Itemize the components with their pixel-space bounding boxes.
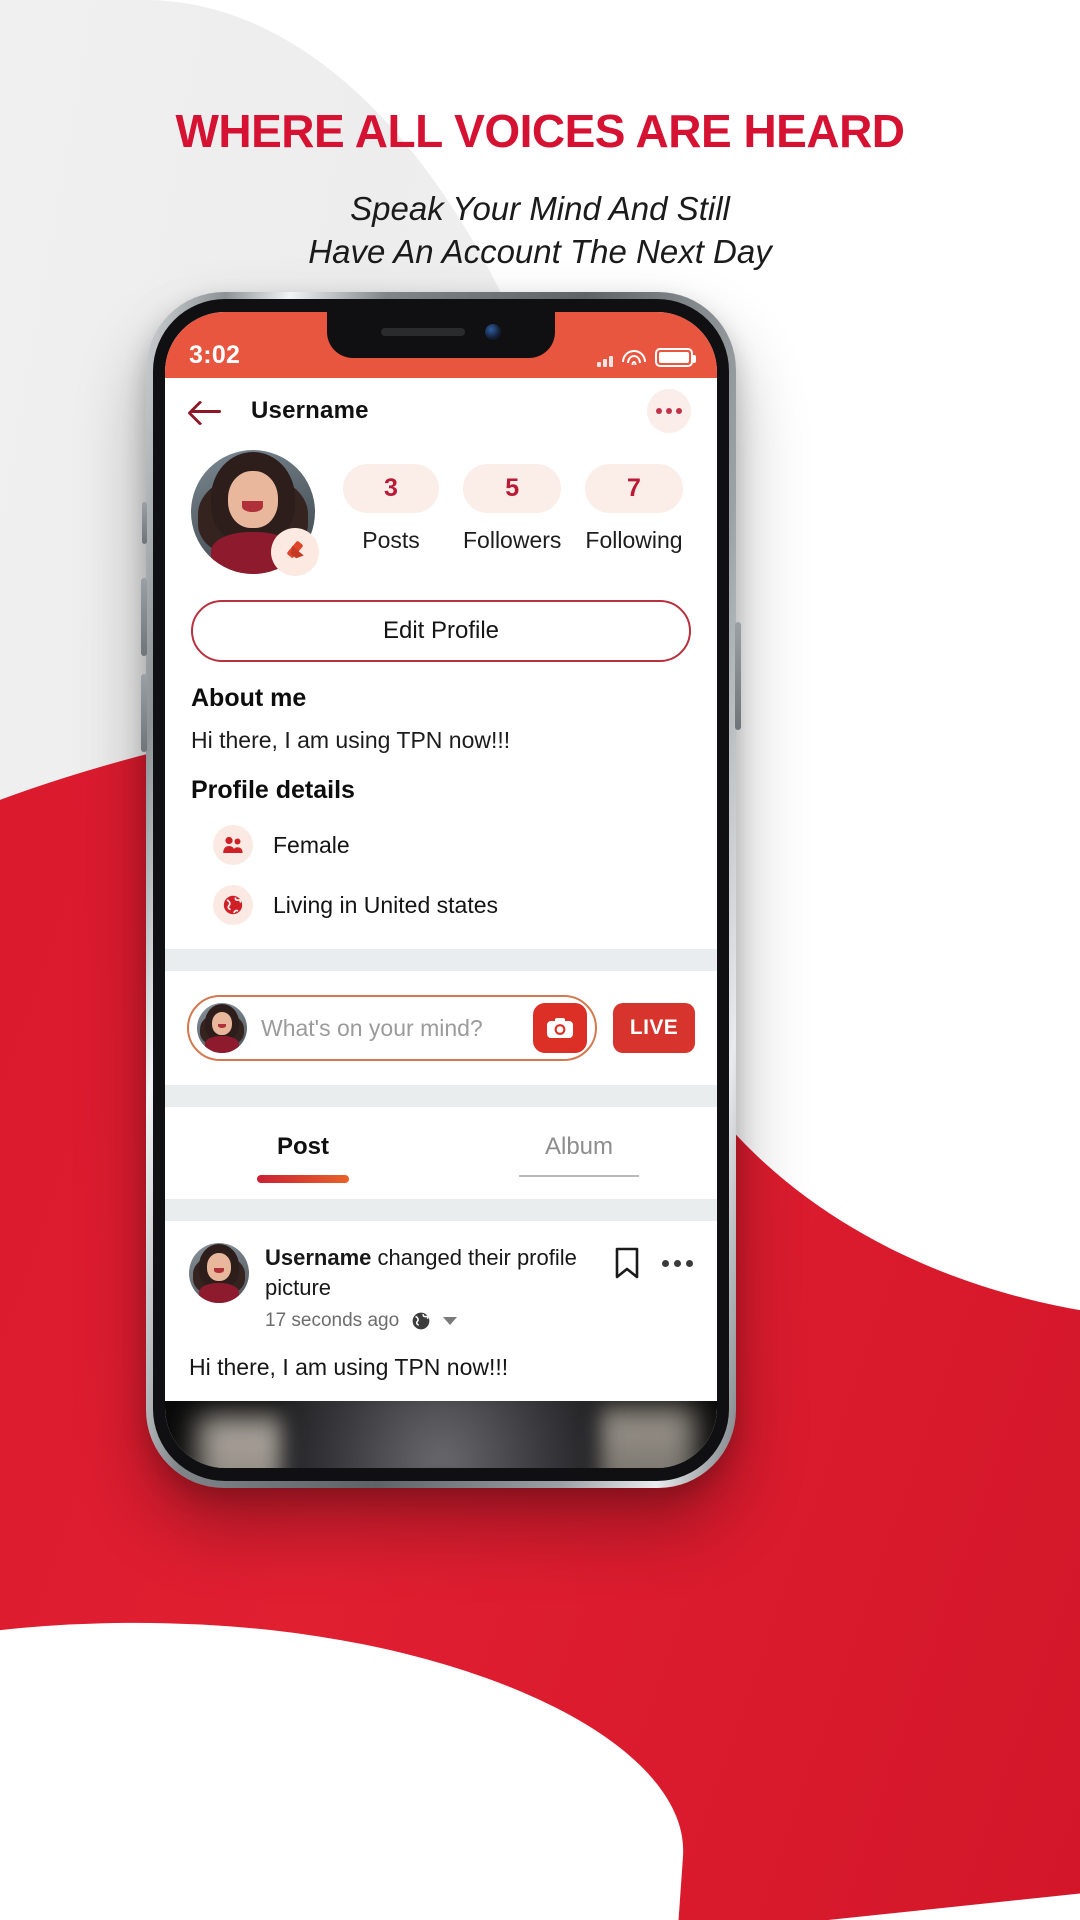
globe-icon	[213, 885, 253, 925]
mute-switch[interactable]	[142, 502, 147, 544]
avatar[interactable]	[191, 450, 319, 576]
detail-row-gender: Female	[191, 825, 691, 865]
stat-following-value: 7	[585, 464, 683, 513]
post-meta: 17 seconds ago	[265, 1310, 598, 1332]
stat-followers-label: Followers	[463, 527, 562, 553]
status-icons	[597, 348, 696, 370]
section-divider-1	[165, 949, 717, 971]
profile-tabs: Post Album	[165, 1107, 717, 1199]
about-text: Hi there, I am using TPN now!!!	[191, 727, 511, 753]
section-divider-2	[165, 1085, 717, 1107]
status-time: 3:02	[189, 341, 241, 369]
stat-posts-value: 3	[343, 464, 439, 513]
post-action-line: Username changed their profile picture	[265, 1243, 598, 1302]
stat-posts[interactable]: 3 Posts	[343, 464, 439, 554]
front-camera-icon	[485, 324, 501, 340]
detail-location-label: Living in United states	[273, 891, 499, 918]
tab-album-underline	[519, 1175, 639, 1177]
stat-followers[interactable]: 5 Followers	[463, 464, 562, 554]
composer-input-placeholder[interactable]: What's on your mind?	[261, 1015, 533, 1042]
promo-subheadline-line1: Speak Your Mind And Still	[350, 189, 730, 227]
profile-summary: 3 Posts 5 Followers 7 Following	[165, 444, 717, 576]
app-header: Username	[165, 378, 717, 444]
promo-text-block: WHERE ALL VOICES ARE HEARD Speak Your Mi…	[0, 106, 1080, 274]
edit-profile-button[interactable]: Edit Profile	[191, 600, 691, 662]
stat-following[interactable]: 7 Following	[585, 464, 683, 554]
post-image[interactable]	[165, 1401, 717, 1468]
back-arrow-icon[interactable]	[191, 398, 225, 424]
tab-post-label: Post	[276, 1133, 329, 1160]
camera-icon[interactable]	[533, 1003, 587, 1053]
post-body-text: Hi there, I am using TPN now!!!	[189, 1354, 509, 1381]
profile-stats: 3 Posts 5 Followers 7 Following	[343, 450, 683, 554]
volume-down-button[interactable]	[141, 674, 147, 752]
chevron-down-icon[interactable]	[443, 1317, 458, 1326]
battery-fill	[659, 352, 689, 363]
battery-icon	[655, 348, 696, 367]
gender-people-icon	[213, 825, 253, 865]
phone-screen: 3:02 Username 3 Posts 5 Followers 7 Foll…	[165, 312, 717, 1468]
stat-posts-label: Posts	[362, 527, 420, 553]
tab-album-label: Album	[544, 1133, 614, 1160]
earpiece-speaker	[381, 328, 465, 336]
post-actions	[614, 1243, 693, 1279]
stat-following-label: Following	[585, 527, 683, 553]
detail-gender-label: Female	[273, 831, 350, 858]
volume-up-button[interactable]	[141, 578, 147, 656]
post-author-name[interactable]: Username	[265, 1245, 371, 1270]
more-options-icon[interactable]	[647, 389, 691, 433]
bookmark-icon[interactable]	[614, 1247, 640, 1279]
post-author-avatar[interactable]	[189, 1243, 249, 1303]
post-header-text: Username changed their profile picture 1…	[265, 1243, 598, 1332]
pencil-edit-icon[interactable]	[271, 528, 319, 576]
phone-bezel: 3:02 Username 3 Posts 5 Followers 7 Foll…	[153, 299, 729, 1481]
about-title: About me	[191, 684, 307, 712]
tab-album[interactable]: Album	[441, 1133, 717, 1199]
promo-page: WHERE ALL VOICES ARE HEARD Speak Your Mi…	[0, 0, 1080, 1920]
composer-avatar	[197, 1003, 247, 1053]
phone-notch	[327, 312, 555, 358]
profile-details-title: Profile details	[191, 776, 355, 804]
promo-subheadline-line2: Have An Account The Next Day	[308, 233, 772, 271]
promo-headline: WHERE ALL VOICES ARE HEARD	[175, 105, 905, 157]
post-card: Username changed their profile picture 1…	[165, 1221, 717, 1402]
section-divider-3	[165, 1199, 717, 1221]
post-composer: What's on your mind? LIVE	[165, 971, 717, 1085]
post-more-options-icon[interactable]	[662, 1259, 693, 1267]
promo-subheadline: Speak Your Mind And Still Have An Accoun…	[0, 187, 1080, 274]
about-section: About me Hi there, I am using TPN now!!!…	[165, 684, 717, 949]
live-button[interactable]: LIVE	[613, 1003, 695, 1053]
post-header: Username changed their profile picture 1…	[189, 1243, 693, 1332]
stat-followers-value: 5	[463, 464, 562, 513]
tab-post-underline	[257, 1175, 349, 1183]
wifi-icon	[622, 350, 646, 367]
post-timestamp: 17 seconds ago	[265, 1310, 400, 1332]
tab-post[interactable]: Post	[165, 1133, 441, 1199]
composer-field[interactable]: What's on your mind?	[187, 995, 597, 1061]
phone-mockup: 3:02 Username 3 Posts 5 Followers 7 Foll…	[141, 292, 741, 1488]
power-button[interactable]	[735, 622, 741, 730]
detail-row-location: Living in United states	[191, 885, 691, 925]
signal-dots-icon	[597, 356, 613, 367]
page-title: Username	[251, 397, 369, 424]
globe-icon[interactable]	[411, 1311, 431, 1331]
